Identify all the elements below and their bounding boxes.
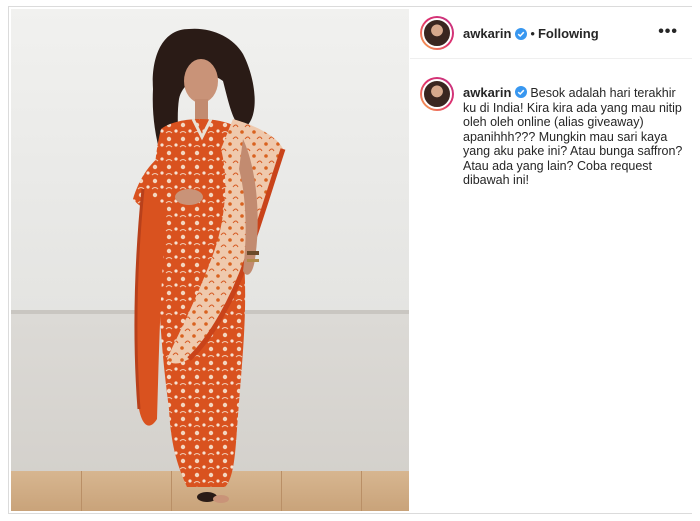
- caption-avatar[interactable]: [420, 77, 454, 111]
- ellipsis-icon[interactable]: •••: [658, 23, 678, 41]
- header-separator: •: [530, 26, 535, 41]
- profile-avatar[interactable]: [420, 16, 454, 50]
- verified-badge-icon: [515, 86, 528, 98]
- header-user-line: awkarin • Following: [463, 26, 599, 41]
- header-username[interactable]: awkarin: [463, 26, 511, 41]
- caption-body: Besok adalah hari terakhir ku di India! …: [463, 86, 683, 187]
- verified-badge-icon: [515, 27, 528, 40]
- post-side-panel: awkarin • Following ••• awkarin Besok ad…: [410, 7, 692, 513]
- woman-in-saree-illustration: [133, 28, 286, 503]
- caption-text: awkarin Besok adalah hari terakhir ku di…: [463, 85, 683, 188]
- post-header: awkarin • Following •••: [410, 7, 692, 59]
- instagram-post: awkarin • Following ••• awkarin Besok ad…: [8, 6, 692, 514]
- avatar-image: [422, 18, 452, 48]
- caption-username[interactable]: awkarin: [463, 85, 511, 100]
- post-photo[interactable]: [11, 9, 409, 511]
- following-button[interactable]: Following: [538, 26, 599, 41]
- avatar-image: [422, 79, 452, 109]
